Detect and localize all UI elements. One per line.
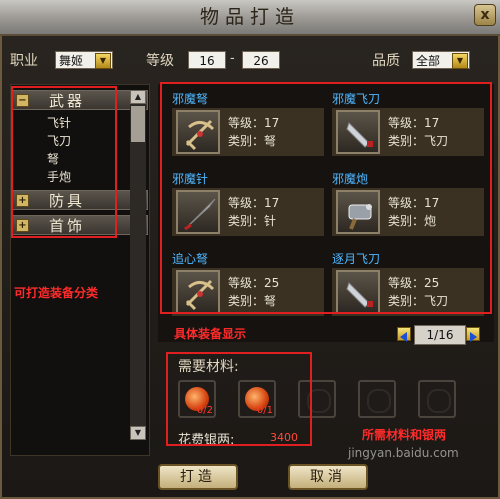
cancel-button[interactable]: 取消 xyxy=(288,464,368,490)
next-page-button[interactable] xyxy=(466,327,480,342)
annotation-box-equipment xyxy=(160,82,492,314)
quality-label: 品质 xyxy=(372,53,400,69)
material-slot-empty[interactable] xyxy=(418,380,456,418)
quality-select[interactable]: 全部 ▼ xyxy=(412,51,470,69)
category-scrollbar[interactable]: ▲ ▼ xyxy=(130,90,146,440)
material-slot-empty[interactable] xyxy=(358,380,396,418)
job-label: 职业 xyxy=(10,53,38,69)
level-min-input[interactable]: 16 xyxy=(188,51,226,69)
empty-slot-icon xyxy=(367,389,391,413)
arrow-left-icon xyxy=(400,332,407,342)
annotation-box-materials xyxy=(166,352,312,446)
scroll-down-icon[interactable]: ▼ xyxy=(130,426,146,440)
level-label: 等级 xyxy=(146,53,174,69)
empty-slot-icon xyxy=(427,389,451,413)
annotation-box-categories xyxy=(11,86,117,238)
chevron-down-icon: ▼ xyxy=(452,53,468,69)
close-button[interactable]: x xyxy=(474,4,496,26)
level-separator: - xyxy=(230,51,235,66)
title-bar[interactable]: 物品打造 x xyxy=(0,0,500,36)
page-indicator: 1/16 xyxy=(414,325,466,345)
window-title: 物品打造 xyxy=(199,6,300,28)
scroll-thumb[interactable] xyxy=(131,106,145,142)
arrow-right-icon xyxy=(470,332,477,342)
job-select-value: 舞姬 xyxy=(59,54,84,68)
job-select[interactable]: 舞姬 ▼ xyxy=(55,51,113,69)
annotation-equipment: 具体装备显示 xyxy=(174,327,247,341)
quality-select-value: 全部 xyxy=(416,54,441,68)
prev-page-button[interactable] xyxy=(397,327,411,342)
level-max-input[interactable]: 26 xyxy=(242,51,280,69)
watermark: jingyan.baidu.com xyxy=(348,446,459,460)
annotation-materials: 所需材料和银两 xyxy=(362,428,447,442)
craft-button[interactable]: 打造 xyxy=(158,464,238,490)
chevron-down-icon: ▼ xyxy=(95,53,111,69)
scroll-up-icon[interactable]: ▲ xyxy=(130,90,146,104)
annotation-categories: 可打造装备分类 xyxy=(14,286,99,300)
